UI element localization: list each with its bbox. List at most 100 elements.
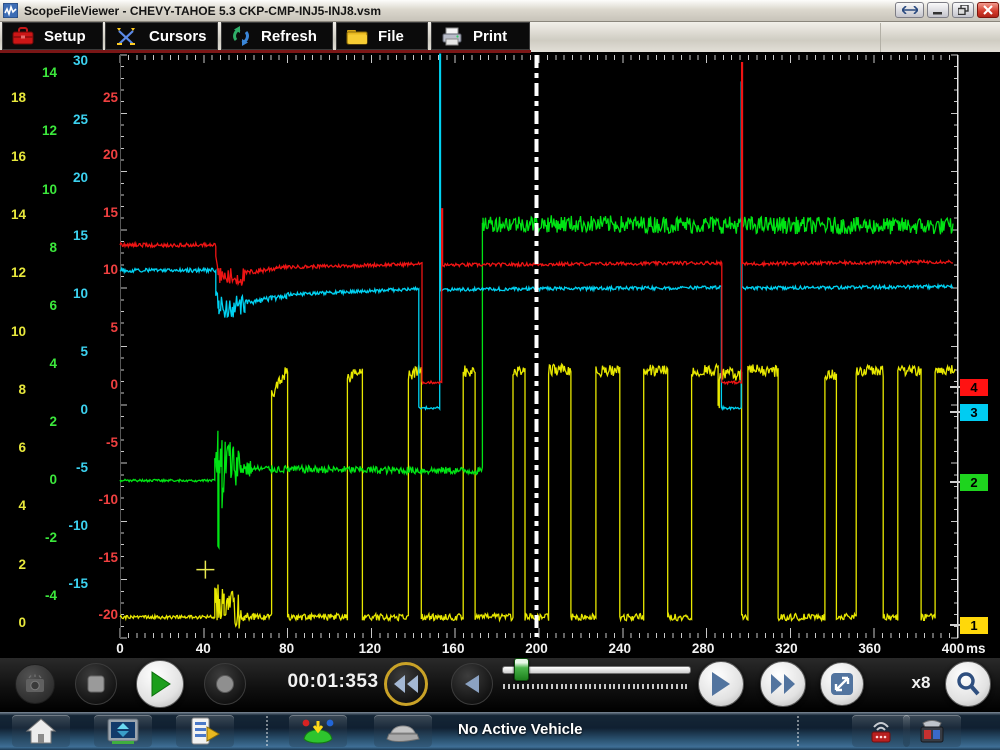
expand-icon [830, 672, 854, 696]
channel-marker-4[interactable]: 4 [960, 379, 988, 396]
wireless-icon [864, 717, 898, 745]
y-axis-label-ch2: 10 [23, 183, 57, 197]
window-close-button[interactable] [977, 2, 999, 18]
y-axis-label-ch2: 12 [23, 124, 57, 138]
fast-forward-icon [769, 673, 797, 695]
y-axis-label-ch4: -15 [84, 551, 118, 565]
x-axis-label: 40 [183, 641, 223, 656]
plot-ticks [120, 55, 958, 638]
y-axis-label-ch3: 30 [54, 54, 88, 68]
app-icon [3, 3, 18, 18]
play-icon [148, 671, 172, 697]
cursors-icon [114, 25, 140, 47]
y-axis-label-ch4: -5 [84, 436, 118, 450]
y-axis-label-ch2: 4 [23, 357, 57, 371]
window-restore-button[interactable] [952, 2, 974, 18]
channel-marker-tick [950, 386, 960, 388]
stop-icon [87, 675, 105, 693]
channel-marker-2[interactable]: 2 [960, 474, 988, 491]
x-axis-label: 360 [850, 641, 890, 656]
y-axis-label-ch1: 0 [0, 616, 26, 630]
menu-file-button[interactable]: File [336, 22, 428, 50]
fast-forward-button[interactable] [760, 661, 806, 707]
zoom-button[interactable] [945, 661, 991, 707]
stop-button[interactable] [75, 663, 117, 705]
step-forward-button[interactable] [698, 661, 744, 707]
time-display: 00:01:353 [282, 671, 384, 693]
x-axis-label: 280 [683, 641, 723, 656]
y-axis-label-ch1: 12 [0, 266, 26, 280]
y-axis-label-ch3: 20 [54, 171, 88, 185]
x-axis-label: 160 [433, 641, 473, 656]
expand-view-button[interactable] [820, 662, 864, 706]
menu-setup-button[interactable]: Setup [2, 22, 103, 50]
refresh-icon [230, 25, 252, 47]
y-axis-label-ch1: 4 [0, 499, 26, 513]
data-list-icon [188, 717, 222, 745]
taskbar-vehicle-select-button[interactable] [289, 715, 347, 747]
menu-print-label: Print [473, 28, 507, 45]
x-axis-unit: ms [966, 641, 986, 656]
channel-marker-tick [950, 624, 960, 626]
y-axis-label-ch4: 20 [84, 148, 118, 162]
y-axis-label-ch2: -2 [23, 531, 57, 545]
x-axis-label: 240 [600, 641, 640, 656]
record-button[interactable] [204, 663, 246, 705]
position-slider-track[interactable] [502, 666, 691, 674]
slider-tick-marks [503, 684, 689, 691]
y-axis-label-ch3: -5 [54, 461, 88, 475]
menu-refresh-button[interactable]: Refresh [221, 22, 333, 50]
x-axis-label: 120 [350, 641, 390, 656]
channel-marker-1[interactable]: 1 [960, 617, 988, 634]
zoom-factor-label: x8 [903, 673, 939, 693]
window-swap-button[interactable] [895, 2, 924, 18]
menu-underline [0, 50, 531, 53]
position-slider-thumb[interactable] [514, 658, 529, 681]
magnifier-icon [955, 671, 981, 697]
taskbar-wireless-button[interactable] [852, 715, 910, 747]
x-axis-label: 200 [517, 641, 557, 656]
camera-button[interactable] [15, 664, 55, 704]
taskbar-home-button[interactable] [12, 715, 70, 747]
channel-marker-3[interactable]: 3 [960, 404, 988, 421]
taskbar-scope-button[interactable] [94, 715, 152, 747]
waveform-plot [0, 52, 1000, 658]
taskbar-module-button[interactable] [903, 715, 961, 747]
y-axis-label-ch1: 2 [0, 558, 26, 572]
taskbar-vehicle-gray-button[interactable] [374, 715, 432, 747]
y-axis-label-ch2: 0 [23, 473, 57, 487]
play-button[interactable] [136, 660, 184, 708]
menu-cursors-label: Cursors [149, 28, 207, 45]
y-axis-label-ch2: 2 [23, 415, 57, 429]
fast-rewind-icon [393, 674, 419, 694]
y-axis-label-ch4: 5 [84, 321, 118, 335]
file-folder-icon [345, 26, 369, 46]
menu-bar: Setup Cursors Refresh File Print [0, 21, 1000, 52]
y-axis-label-ch1: 6 [0, 441, 26, 455]
menu-print-button[interactable]: Print [431, 22, 530, 50]
y-axis-label-ch3: 10 [54, 287, 88, 301]
window-minimize-button[interactable] [927, 2, 949, 18]
taskbar-divider [797, 716, 799, 746]
scope-display: 18161412108642014121086420-2-43025201510… [0, 52, 1000, 658]
home-icon [25, 717, 57, 745]
y-axis-label-ch3: 0 [54, 403, 88, 417]
taskbar-data-button[interactable] [176, 715, 234, 747]
status-text: No Active Vehicle [458, 721, 583, 738]
y-axis-label-ch2: -4 [23, 589, 57, 603]
vehicle-gray-icon [385, 717, 421, 745]
channel-marker-tick [950, 411, 960, 413]
vehicle-select-icon [300, 717, 336, 745]
y-axis-label-ch4: 0 [84, 378, 118, 392]
step-back-icon [464, 674, 480, 694]
fast-rewind-button[interactable] [384, 662, 428, 706]
y-axis-label-ch4: -10 [84, 493, 118, 507]
y-axis-label-ch2: 6 [23, 299, 57, 313]
y-axis-label-ch3: -15 [54, 577, 88, 591]
step-back-button[interactable] [451, 663, 493, 705]
menu-cursors-button[interactable]: Cursors [105, 22, 218, 50]
print-icon [440, 26, 464, 47]
y-axis-label-ch2: 8 [23, 241, 57, 255]
step-forward-icon [710, 671, 732, 697]
x-axis-label: 80 [267, 641, 307, 656]
